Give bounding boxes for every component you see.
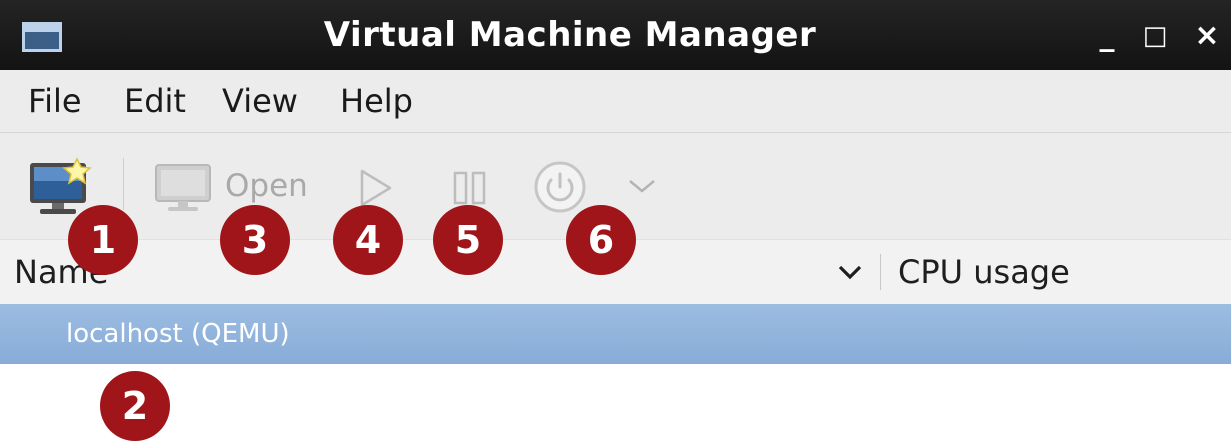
- shutdown-dropdown-button[interactable]: [622, 171, 662, 201]
- shutdown-button[interactable]: [530, 157, 590, 217]
- callout-badge-1: 1: [68, 205, 138, 275]
- menu-help[interactable]: Help: [340, 70, 413, 132]
- chevron-down-icon: [629, 180, 655, 193]
- title-bar: Virtual Machine Manager _ □ ×: [0, 0, 1231, 70]
- close-button[interactable]: ×: [1185, 14, 1229, 58]
- open-button[interactable]: Open: [152, 157, 322, 217]
- menu-bar: File Edit View Help: [0, 70, 1231, 133]
- menu-file[interactable]: File: [28, 70, 82, 132]
- callout-badge-5: 5: [433, 205, 503, 275]
- menu-view[interactable]: View: [222, 70, 298, 132]
- maximize-button[interactable]: □: [1133, 14, 1177, 58]
- column-header-cpu-usage[interactable]: CPU usage: [898, 240, 1070, 304]
- minimize-button[interactable]: _: [1085, 14, 1129, 58]
- open-button-label: Open: [225, 168, 308, 204]
- callout-badge-6: 6: [566, 205, 636, 275]
- app-window: Virtual Machine Manager _ □ × File Edit …: [0, 0, 1231, 441]
- monitor-icon: [155, 164, 211, 211]
- menu-edit[interactable]: Edit: [124, 70, 186, 132]
- chevron-down-icon: [838, 265, 862, 280]
- callout-badge-4: 4: [333, 205, 403, 275]
- column-divider: [880, 254, 881, 290]
- list-item[interactable]: localhost (QEMU): [0, 304, 1231, 364]
- column-chooser-button[interactable]: [834, 258, 866, 286]
- connection-label: localhost (QEMU): [66, 319, 290, 349]
- window-title: Virtual Machine Manager: [323, 15, 817, 55]
- power-icon: [534, 161, 586, 213]
- toolbar-separator: [123, 158, 124, 210]
- callout-badge-3: 3: [220, 205, 290, 275]
- callout-badge-2: 2: [100, 371, 170, 441]
